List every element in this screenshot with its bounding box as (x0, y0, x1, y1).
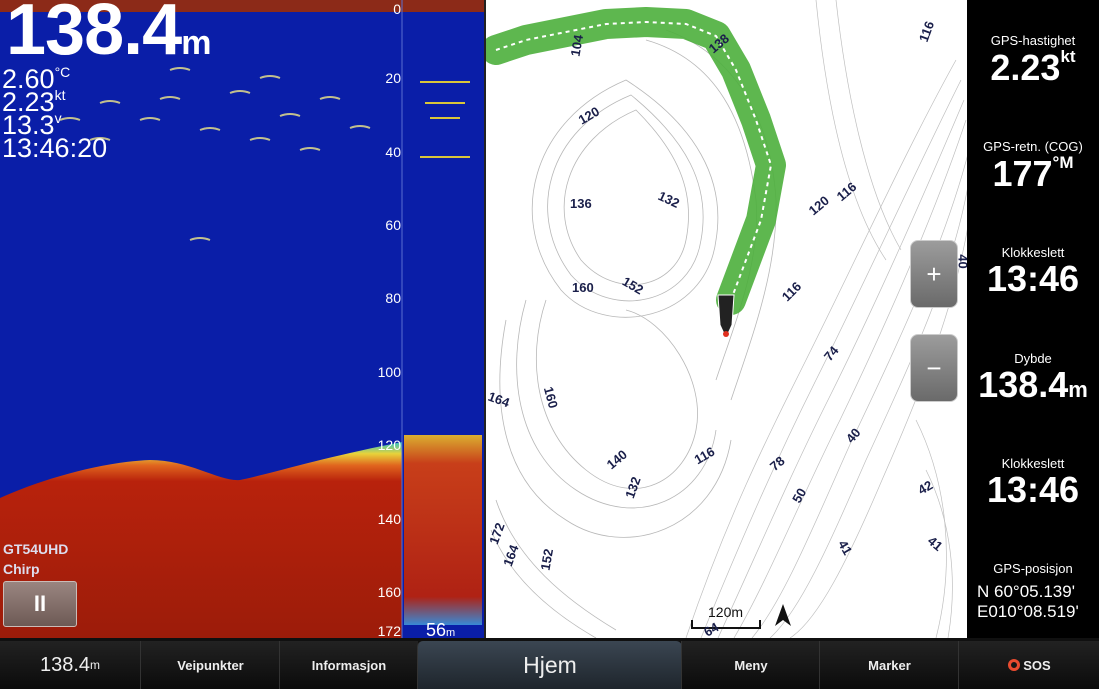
bottom-toolbar: 138.4 m Veipunkter Informasjon Hjem Meny … (0, 638, 1099, 689)
depth-value: 138.4m (978, 364, 1088, 405)
depth-scale-label: 40 (385, 144, 401, 160)
depth-sounding: 164 (486, 388, 512, 411)
chart-view[interactable]: 104 138 116 120 136 132 120 116 160 152 … (484, 0, 969, 638)
pause-icon: II (33, 591, 47, 616)
depth-sounding: 78 (766, 453, 788, 474)
minus-icon: − (926, 352, 942, 383)
depth-sounding: 140 (603, 446, 630, 473)
depth-scale-label: 140 (377, 511, 401, 527)
depth-sounding: 160 (572, 280, 594, 295)
depth-sounding: 138 (705, 30, 732, 57)
depth-sounding: 116 (691, 443, 718, 468)
depth-sounding: 74 (820, 343, 842, 364)
menu-button[interactable]: Meny (681, 641, 820, 689)
depth-scale-label: 172 (377, 623, 401, 638)
gps-course-value: 177°M (992, 153, 1074, 194)
sonar-time: 13:46:20 (2, 133, 108, 163)
longitude: E010°08.519' (977, 602, 1079, 621)
zoom-in-button[interactable]: + (910, 240, 958, 308)
depth-scale-label: 0 (393, 1, 401, 17)
depth-sounding: 132 (622, 474, 644, 501)
data-panel: GPS-hastighet 2.23kt GPS-retn. (COG) 177… (967, 0, 1099, 638)
depth-sounding: 132 (655, 188, 682, 211)
information-button[interactable]: Informasjon (279, 641, 418, 689)
depth-sounding: 152 (619, 273, 646, 298)
zoom-out-button[interactable]: − (910, 334, 958, 402)
clock-value: 13:46 (986, 258, 1080, 299)
transducer-model: GT54UHD (3, 541, 69, 557)
depth-sounding: 172 (486, 520, 508, 547)
plus-icon: + (926, 258, 942, 289)
depth-sounding: 160 (540, 385, 561, 410)
depth-tab[interactable]: 138.4 m (0, 641, 140, 689)
transducer-mode: Chirp (3, 561, 40, 577)
depth-sounding: 41 (924, 533, 946, 554)
gps-speed-label: GPS-hastighet (990, 33, 1076, 48)
depth-sounding: 104 (567, 33, 587, 58)
gps-position-label: GPS-posisjon (993, 561, 1073, 576)
markers-button[interactable]: Marker (819, 641, 959, 689)
home-button[interactable]: Hjem (417, 641, 682, 689)
depth-scale-label: 60 (385, 217, 401, 233)
depth-sounding: 136 (570, 196, 592, 211)
flasher-depth: 56m (426, 620, 456, 638)
depth-scale-label: 100 (377, 364, 401, 380)
sonar-echogram (0, 0, 484, 638)
depth-sounding: 41 (835, 537, 856, 558)
gps-course-label: GPS-retn. (COG) (983, 139, 1083, 154)
depth-scale-label: 160 (377, 584, 401, 600)
clock-value: 13:46 (986, 469, 1080, 510)
depth-sounding: 64 (701, 619, 722, 638)
depth-sounding: 42 (915, 477, 936, 498)
waypoints-button[interactable]: Veipunkter (140, 641, 280, 689)
pause-button[interactable]: II (3, 581, 77, 627)
depth-sounding: 116 (915, 19, 938, 44)
depth-scale-label: 20 (385, 70, 401, 86)
depth-sounding: 120 (575, 103, 602, 128)
map-scale-label: 120m (708, 604, 744, 620)
gps-speed-value: 2.23kt (990, 47, 1076, 88)
sonar-depth-readout: 138.4m (6, 0, 211, 70)
depth-sounding: 152 (537, 547, 557, 572)
depth-sounding: 116 (833, 179, 860, 204)
depth-sounding: 40 (842, 425, 864, 446)
latitude: N 60°05.139' (977, 582, 1075, 601)
depth-sounding: 50 (789, 485, 810, 506)
depth-sounding: 116 (778, 278, 805, 305)
sos-lifebuoy-icon (1008, 659, 1021, 671)
depth-sounding: 120 (805, 192, 832, 219)
depth-sounding: 164 (500, 542, 522, 569)
sonar-view[interactable]: 138.4m 2.60°C 2.23kt 13.3v 13:46:20 0 20… (0, 0, 484, 638)
sos-button[interactable]: SOS (958, 641, 1099, 689)
depth-scale-label: 120 (377, 437, 401, 453)
depth-scale-label: 80 (385, 290, 401, 306)
